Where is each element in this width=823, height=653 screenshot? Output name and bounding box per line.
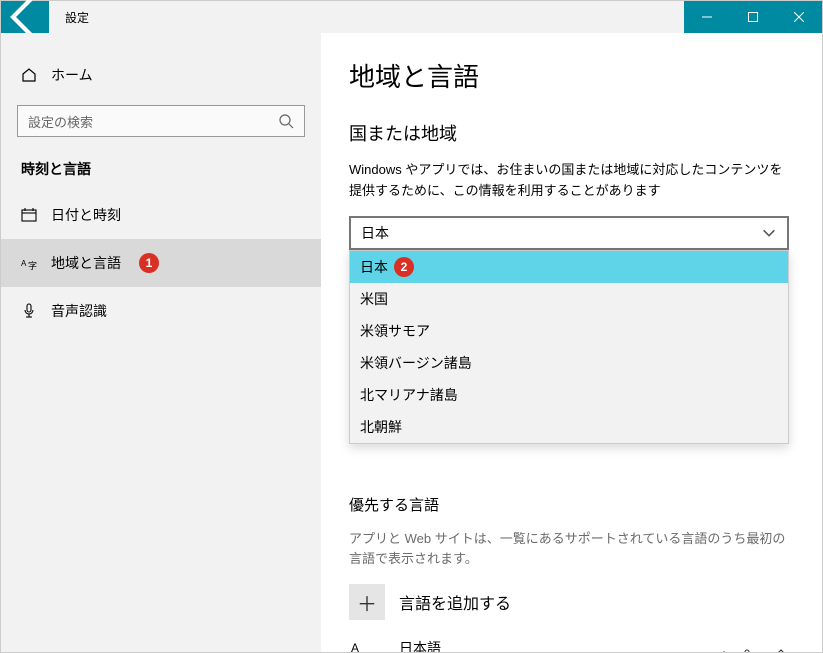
- region-combo-button[interactable]: 日本: [349, 216, 789, 250]
- dropdown-option[interactable]: 日本 2: [350, 251, 788, 283]
- region-header: 国または地域: [349, 120, 786, 146]
- pref-lang-description: アプリと Web サイトは、一覧にあるサポートされている言語のうち最初の言語で表…: [349, 529, 786, 571]
- sidebar-item-label: 地域と言語: [51, 253, 121, 273]
- display-language-icon: A字: [678, 648, 696, 652]
- region-combo: 日本 日本 2 米国 米領サモア 米領バージン諸島 北マリアナ諸島 北朝鮮: [349, 216, 786, 250]
- sidebar-item-datetime[interactable]: 日付と時刻: [1, 191, 321, 239]
- sidebar: ホーム 設定の検索 時刻と言語 日付と時刻 A字 地域と言語 1 音声認識: [1, 33, 321, 652]
- dropdown-option-label: 米領バージン諸島: [360, 353, 472, 373]
- home-link[interactable]: ホーム: [1, 55, 321, 95]
- page-title: 地域と言語: [349, 57, 786, 94]
- home-icon: [21, 67, 37, 83]
- speech-recognition-icon: [738, 648, 756, 652]
- sidebar-section-header: 時刻と言語: [1, 155, 321, 191]
- dropdown-option[interactable]: 米領サモア: [350, 315, 788, 347]
- titlebar: 設定: [1, 1, 822, 33]
- dropdown-option-label: 米領サモア: [360, 321, 430, 341]
- search-placeholder: 設定の検索: [28, 112, 93, 131]
- dropdown-option[interactable]: 米領バージン諸島: [350, 347, 788, 379]
- search-icon: [278, 113, 294, 129]
- region-description: Windows やアプリでは、お住まいの国または地域に対応したコンテンツを提供す…: [349, 160, 786, 202]
- sidebar-item-label: 日付と時刻: [51, 205, 121, 225]
- annotation-badge-2: 2: [394, 257, 414, 277]
- handwriting-icon: [768, 648, 786, 652]
- home-label: ホーム: [51, 65, 93, 85]
- content-pane: 地域と言語 国または地域 Windows やアプリでは、お住まいの国または地域に…: [321, 33, 822, 652]
- annotation-badge-1: 1: [139, 253, 159, 273]
- sidebar-item-region-language[interactable]: A字 地域と言語 1: [1, 239, 321, 287]
- close-button[interactable]: [776, 1, 822, 33]
- chevron-down-icon: [761, 225, 777, 241]
- maximize-button[interactable]: [730, 1, 776, 33]
- dropdown-option[interactable]: 北マリアナ諸島: [350, 379, 788, 411]
- language-name: 日本語: [399, 638, 664, 652]
- sidebar-item-speech[interactable]: 音声認識: [1, 287, 321, 335]
- window-title: 設定: [49, 1, 89, 33]
- language-entry[interactable]: A 字 日本語 Windows の表示言語 A字: [349, 638, 786, 652]
- dropdown-option-label: 北マリアナ諸島: [360, 385, 458, 405]
- add-language-row[interactable]: ＋ 言語を追加する: [349, 584, 786, 620]
- dropdown-option[interactable]: 米国: [350, 283, 788, 315]
- language-glyph-icon: A 字: [349, 639, 385, 652]
- svg-text:A: A: [21, 259, 27, 268]
- plus-icon: ＋: [357, 588, 377, 617]
- add-button[interactable]: ＋: [349, 584, 385, 620]
- language-feature-icons: A字: [678, 648, 786, 652]
- dropdown-option[interactable]: 北朝鮮: [350, 411, 788, 443]
- minimize-button[interactable]: [684, 1, 730, 33]
- dropdown-option-label: 日本: [360, 257, 388, 277]
- pref-lang-header: 優先する言語: [349, 494, 786, 515]
- region-combo-value: 日本: [361, 223, 389, 243]
- add-language-label: 言語を追加する: [399, 590, 511, 614]
- back-button[interactable]: [1, 1, 49, 33]
- sidebar-item-label: 音声認識: [51, 301, 107, 321]
- region-dropdown: 日本 2 米国 米領サモア 米領バージン諸島 北マリアナ諸島 北朝鮮: [349, 250, 789, 444]
- dropdown-option-label: 北朝鮮: [360, 417, 402, 437]
- dropdown-option-label: 米国: [360, 289, 388, 309]
- language-icon: A字: [21, 255, 37, 271]
- text-to-speech-icon: [708, 648, 726, 652]
- microphone-icon: [21, 303, 37, 319]
- calendar-icon: [21, 207, 37, 223]
- search-input[interactable]: 設定の検索: [17, 105, 305, 137]
- svg-text:字: 字: [28, 260, 37, 271]
